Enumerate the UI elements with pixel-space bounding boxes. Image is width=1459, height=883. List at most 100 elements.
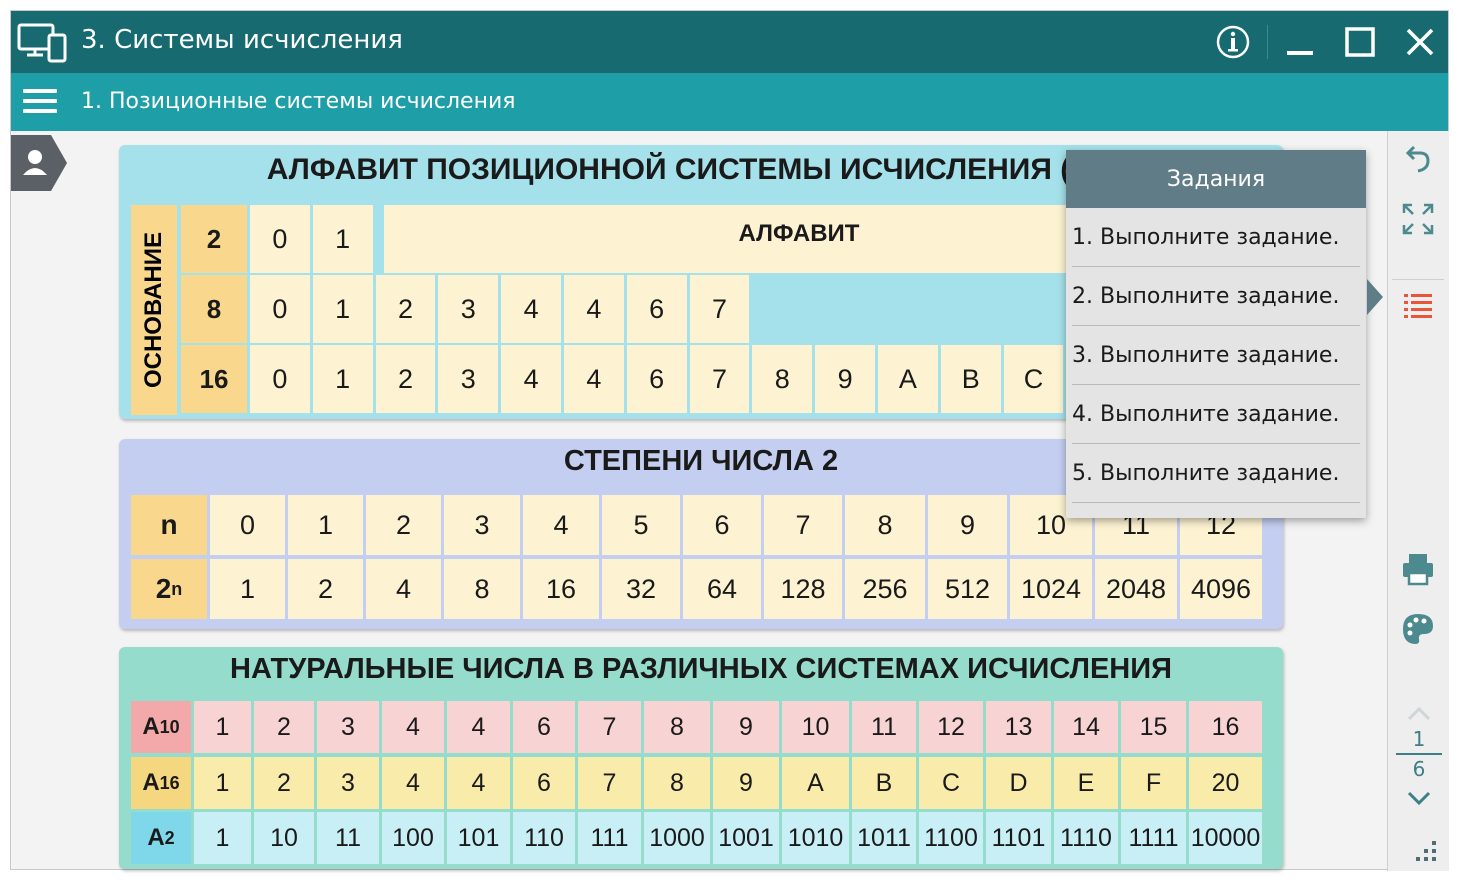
value-cell: 6 bbox=[513, 757, 575, 809]
value-cell: 1011 bbox=[852, 812, 916, 864]
pow-cell: 2 bbox=[288, 559, 363, 619]
n-cell: 7 bbox=[764, 495, 842, 555]
digit-cell: 0 bbox=[250, 345, 310, 413]
palette-icon[interactable] bbox=[1400, 611, 1436, 647]
value-cell: D bbox=[986, 757, 1051, 809]
n-cell: 2 bbox=[366, 495, 441, 555]
value-cell: F bbox=[1121, 757, 1186, 809]
n-cell: 0 bbox=[210, 495, 285, 555]
n-cell: 4 bbox=[523, 495, 599, 555]
tasks-pointer bbox=[1367, 279, 1383, 315]
pow-cell: 4096 bbox=[1180, 559, 1262, 619]
print-icon[interactable] bbox=[1400, 551, 1436, 587]
digit-cell: 0 bbox=[250, 205, 310, 273]
digit-cell: 0 bbox=[250, 275, 310, 343]
digit-cell: A bbox=[878, 345, 938, 413]
value-cell: 4 bbox=[447, 757, 510, 809]
digit-cell: 3 bbox=[438, 275, 499, 343]
pow-cell: 2048 bbox=[1095, 559, 1177, 619]
value-cell: 1000 bbox=[644, 812, 710, 864]
value-cell: 1010 bbox=[782, 812, 849, 864]
value-cell: 20 bbox=[1189, 757, 1262, 809]
task-item-1[interactable]: 1. Выполните задание. bbox=[1072, 208, 1360, 267]
value-cell: 13 bbox=[986, 701, 1051, 753]
value-cell: 2 bbox=[254, 701, 314, 753]
pow-cell: 128 bbox=[764, 559, 842, 619]
section-bar: 1. Позиционные системы исчисления bbox=[11, 73, 1448, 131]
digit-cell: 6 bbox=[626, 345, 687, 413]
pow-cell: 256 bbox=[845, 559, 925, 619]
fullscreen-icon[interactable] bbox=[1400, 201, 1436, 237]
value-cell: 111 bbox=[578, 812, 641, 864]
digit-cell: 1 bbox=[312, 275, 373, 343]
total-pages: 6 bbox=[1412, 757, 1426, 781]
digit-cell: 6 bbox=[626, 275, 687, 343]
task-item-2[interactable]: 2. Выполните задание. bbox=[1072, 267, 1360, 326]
base-cell: 2 bbox=[181, 205, 247, 273]
section-title: 1. Позиционные системы исчисления bbox=[81, 89, 516, 114]
task-item-4[interactable]: 4. Выполните задание. bbox=[1072, 385, 1360, 444]
value-cell: 2 bbox=[254, 757, 314, 809]
page-up-icon[interactable] bbox=[1406, 705, 1432, 721]
digit-cell: 4 bbox=[564, 345, 624, 413]
base-cell: 16 bbox=[181, 345, 247, 413]
digit-cell: B bbox=[940, 345, 1001, 413]
value-cell: 3 bbox=[317, 701, 379, 753]
tasks-dropdown: Задания 1. Выполните задание. 2. Выполни… bbox=[1066, 150, 1366, 518]
value-cell: 4 bbox=[382, 701, 444, 753]
value-cell: B bbox=[852, 757, 916, 809]
digit-cell: 2 bbox=[375, 275, 436, 343]
digit-cell: 1 bbox=[312, 345, 373, 413]
page-down-icon[interactable] bbox=[1406, 791, 1432, 807]
minimize-icon[interactable] bbox=[1281, 23, 1319, 61]
task-item-5[interactable]: 5. Выполните задание. bbox=[1072, 444, 1360, 503]
digit-cell: 2 bbox=[375, 345, 436, 413]
info-icon[interactable] bbox=[1214, 23, 1252, 61]
numbers-panel-title: НАТУРАЛЬНЫЕ ЧИСЛА В РАЗЛИЧНЫХ СИСТЕМАХ И… bbox=[230, 653, 1172, 685]
alphabet-label: АЛФАВИТ bbox=[738, 220, 860, 247]
resize-grip-icon[interactable] bbox=[1408, 837, 1440, 865]
current-page: 1 bbox=[1412, 727, 1426, 751]
right-toolbar: 1 6 bbox=[1387, 131, 1449, 871]
close-icon[interactable] bbox=[1401, 23, 1439, 61]
base-label: A 16 bbox=[131, 757, 191, 809]
digit-cell: 8 bbox=[752, 345, 813, 413]
value-cell: 16 bbox=[1189, 701, 1262, 753]
pow-cell: 4 bbox=[366, 559, 441, 619]
value-cell: 1 bbox=[194, 701, 251, 753]
n-cell: 8 bbox=[845, 495, 925, 555]
pow-cell: 32 bbox=[602, 559, 680, 619]
value-cell: 3 bbox=[317, 757, 379, 809]
value-cell: 1001 bbox=[713, 812, 779, 864]
value-cell: 6 bbox=[513, 701, 575, 753]
value-cell: 100 bbox=[382, 812, 444, 864]
value-cell: 8 bbox=[644, 701, 710, 753]
task-item-3[interactable]: 3. Выполните задание. bbox=[1072, 326, 1360, 385]
base-label: A2 bbox=[131, 812, 191, 864]
rail-divider bbox=[1392, 279, 1444, 280]
user-icon[interactable] bbox=[11, 135, 67, 191]
value-cell: 7 bbox=[578, 701, 641, 753]
value-cell: 9 bbox=[713, 701, 779, 753]
base-side-label: ОСНОВАНИЕ bbox=[131, 205, 177, 415]
pow-cell: 1 bbox=[210, 559, 285, 619]
value-cell: 4 bbox=[382, 757, 444, 809]
undo-icon[interactable] bbox=[1400, 139, 1436, 175]
digit-cell: 7 bbox=[689, 275, 750, 343]
pow-cell: 512 bbox=[928, 559, 1007, 619]
base-cell: 8 bbox=[181, 275, 247, 343]
digit-cell: 4 bbox=[501, 275, 561, 343]
menu-icon[interactable] bbox=[23, 85, 57, 119]
value-cell: 4 bbox=[447, 701, 510, 753]
pow-cell: 64 bbox=[683, 559, 761, 619]
value-cell: 10000 bbox=[1189, 812, 1262, 864]
numbers-panel: НАТУРАЛЬНЫЕ ЧИСЛА В РАЗЛИЧНЫХ СИСТЕМАХ И… bbox=[119, 647, 1283, 869]
value-cell: 1110 bbox=[1054, 812, 1118, 864]
digit-cell: 3 bbox=[438, 345, 499, 413]
window-title: 3. Системы исчисления bbox=[81, 25, 403, 55]
page-indicator: 1 6 bbox=[1396, 727, 1442, 781]
maximize-icon[interactable] bbox=[1341, 23, 1379, 61]
task-list-icon[interactable] bbox=[1400, 287, 1436, 323]
pow-cell: 1024 bbox=[1010, 559, 1092, 619]
value-cell: 12 bbox=[919, 701, 983, 753]
